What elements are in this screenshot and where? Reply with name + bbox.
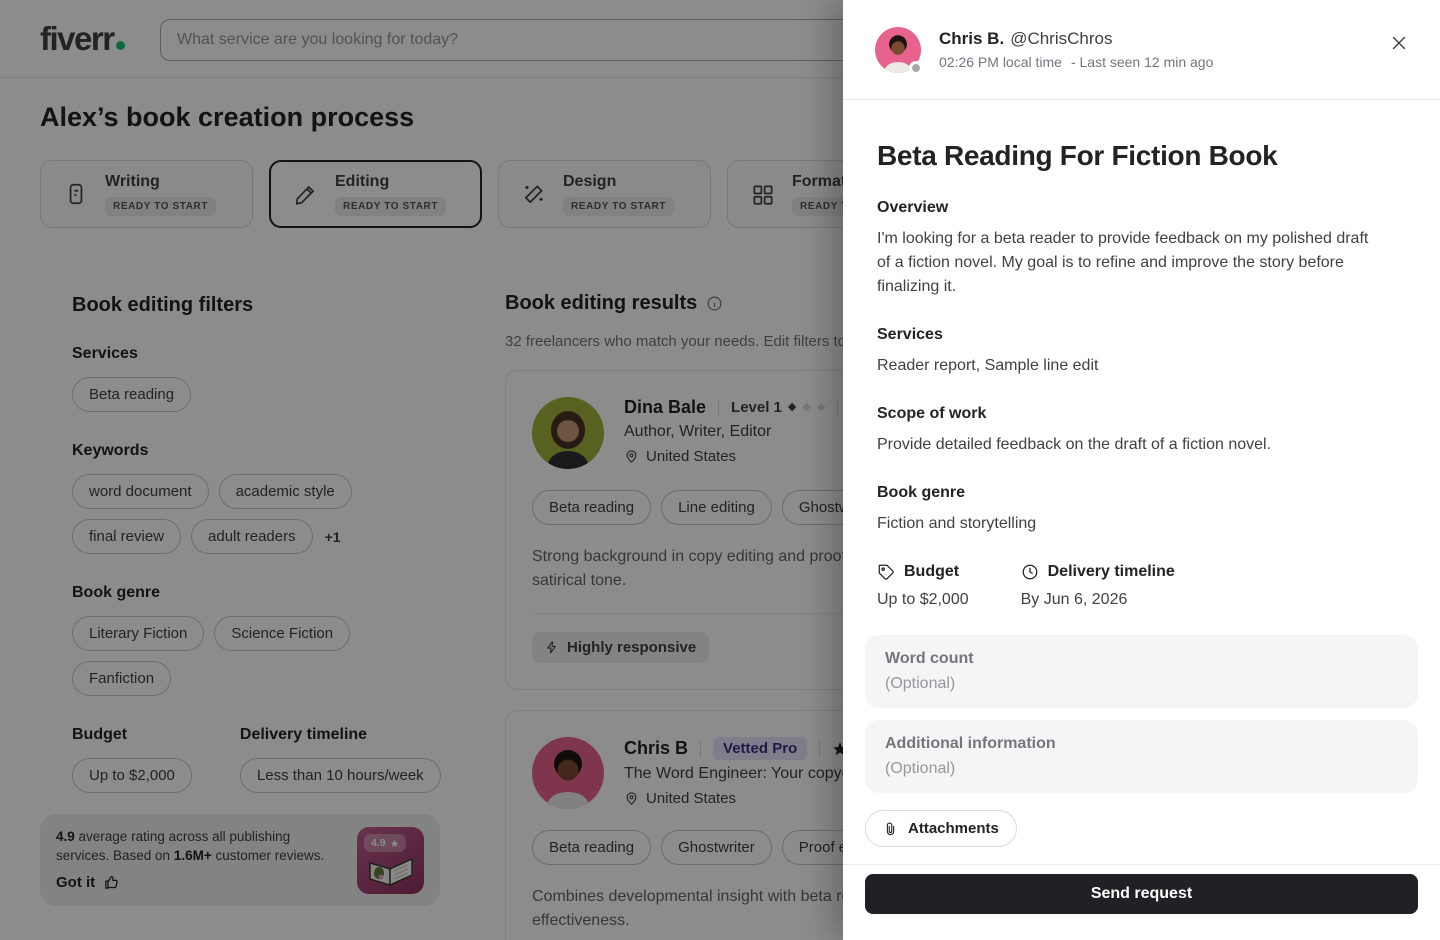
additional-info-placeholder: (Optional) bbox=[885, 760, 1398, 778]
screen: fiverr Alex’s book creation process Writ… bbox=[0, 0, 1440, 940]
delivery-timeline-label: Delivery timeline bbox=[1048, 563, 1175, 581]
services-label: Services bbox=[877, 326, 1418, 344]
tag-icon bbox=[877, 563, 895, 581]
scope-label: Scope of work bbox=[877, 405, 1418, 423]
send-request-button[interactable]: Send request bbox=[865, 874, 1418, 914]
delivery-timeline-value: By Jun 6, 2026 bbox=[1021, 591, 1175, 609]
word-count-placeholder: (Optional) bbox=[885, 675, 1398, 693]
request-panel: Chris B. @ChrisChros 02:26 PM local time-… bbox=[843, 0, 1440, 940]
close-button[interactable] bbox=[1386, 30, 1412, 56]
last-seen: - Last seen 12 min ago bbox=[1071, 54, 1213, 70]
panel-header: Chris B. @ChrisChros 02:26 PM local time-… bbox=[843, 0, 1440, 100]
word-count-input[interactable]: Word count (Optional) bbox=[865, 635, 1418, 708]
scope-text: Provide detailed feedback on the draft o… bbox=[877, 433, 1385, 457]
request-title: Beta Reading For Fiction Book bbox=[877, 140, 1418, 172]
clock-icon bbox=[1021, 563, 1039, 581]
panel-footer: Send request bbox=[843, 864, 1440, 914]
budget-value: Up to $2,000 bbox=[877, 591, 969, 609]
word-count-label: Word count bbox=[885, 650, 1398, 668]
paperclip-icon bbox=[883, 821, 898, 837]
panel-user-name: Chris B. bbox=[939, 29, 1004, 48]
additional-info-label: Additional information bbox=[885, 735, 1398, 753]
overview-text: I'm looking for a beta reader to provide… bbox=[877, 227, 1385, 299]
attachments-button[interactable]: Attachments bbox=[865, 810, 1017, 847]
services-text: Reader report, Sample line edit bbox=[877, 354, 1385, 378]
overview-label: Overview bbox=[877, 199, 1418, 217]
additional-info-input[interactable]: Additional information (Optional) bbox=[865, 720, 1418, 793]
panel-body: Beta Reading For Fiction Book Overview I… bbox=[843, 100, 1440, 914]
panel-user-handle: @ChrisChros bbox=[1010, 29, 1112, 48]
status-dot bbox=[909, 61, 923, 75]
genre-label: Book genre bbox=[877, 484, 1418, 502]
close-icon bbox=[1389, 33, 1409, 53]
genre-text: Fiction and storytelling bbox=[877, 512, 1385, 536]
budget-label: Budget bbox=[904, 563, 959, 581]
local-time: 02:26 PM local time bbox=[939, 54, 1062, 70]
